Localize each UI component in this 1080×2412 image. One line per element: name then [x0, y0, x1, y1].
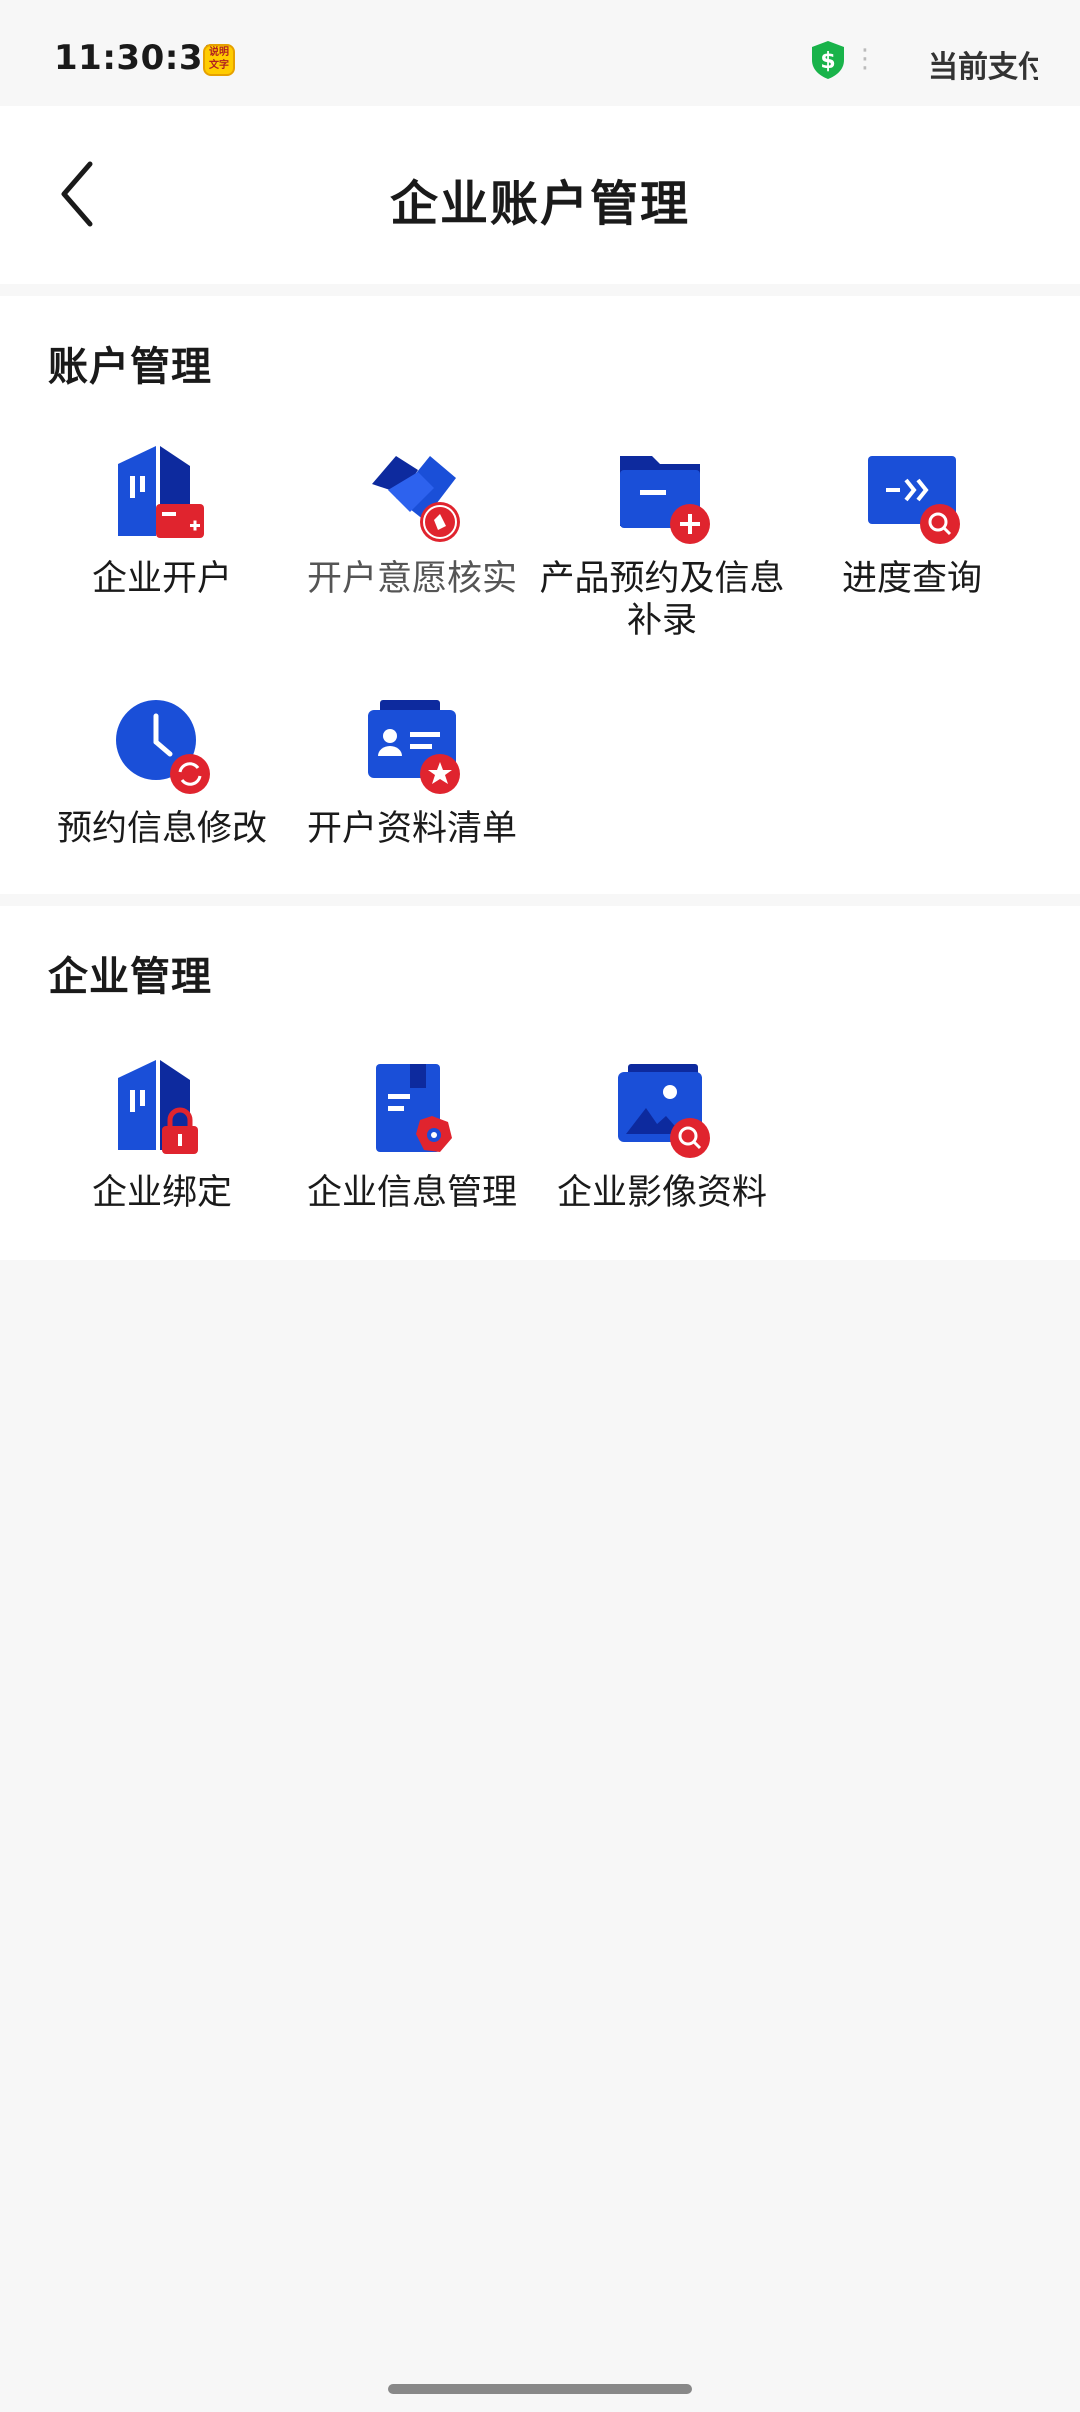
- tile-label: 产品预约及信息补录: [539, 559, 785, 641]
- progress-search-icon: [868, 456, 960, 544]
- nav-header: 企业账户管理: [0, 106, 1080, 284]
- section-title: 企业管理: [48, 954, 212, 1000]
- building-lock-icon: [118, 1060, 198, 1154]
- clock-refresh-icon: [116, 700, 210, 794]
- id-card-star-icon: [368, 700, 460, 794]
- document-settings-icon: [376, 1064, 452, 1152]
- tile-label: 企业信息管理: [306, 1173, 517, 1213]
- tile-label: 预约信息修改: [56, 809, 267, 849]
- tile-label: 开户意愿核实: [306, 559, 517, 599]
- tile-label: 进度查询: [841, 559, 982, 599]
- building-add-icon: [118, 446, 204, 538]
- tile-label: 企业绑定: [91, 1173, 232, 1213]
- tile-label: 企业影像资料: [556, 1173, 767, 1213]
- more-dots-icon: ⋮: [852, 44, 878, 74]
- tile-label: 开户资料清单: [306, 809, 517, 849]
- image-search-icon: [618, 1064, 710, 1158]
- section-title: 账户管理: [48, 344, 212, 390]
- home-indicator[interactable]: [388, 2384, 692, 2394]
- tile-label: 企业开户: [91, 559, 232, 599]
- status-right-text: 当前支付: [928, 50, 1038, 85]
- enterprise-management-section: 企业管理 企业绑定 企业信息管理 企业影像资料: [0, 906, 1080, 1260]
- svg-text:$: $: [820, 49, 835, 74]
- status-time: 11:30:33: [54, 38, 228, 78]
- status-bar: 11:30:33 说明 文字 $ ⋮ 当前支付: [0, 0, 1080, 106]
- folder-add-icon: [620, 456, 710, 544]
- handshake-check-icon: [372, 456, 460, 542]
- notification-badge-icon: 说明 文字: [203, 44, 235, 76]
- account-management-section: 账户管理 企业开户 开户意愿核实 产品预约及信息补录 进度查询 预约信息修改 开…: [0, 296, 1080, 894]
- page-title: 企业账户管理: [389, 176, 690, 232]
- security-shield-icon: $: [812, 41, 844, 79]
